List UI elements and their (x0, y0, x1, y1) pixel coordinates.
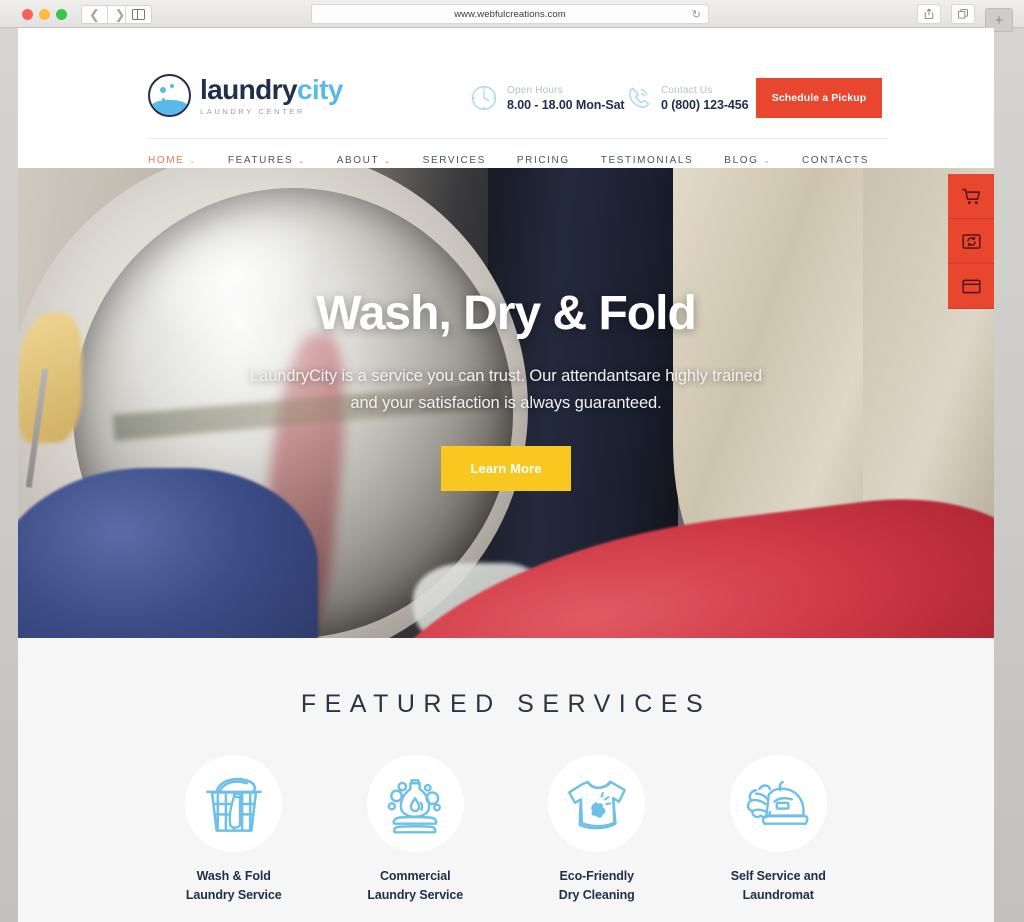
contact-label: Contact Us (661, 84, 713, 96)
service-icon-wrap (366, 755, 464, 852)
cart-button[interactable] (948, 174, 994, 219)
logo-word-primary: laundry (200, 73, 298, 105)
phone-icon (629, 87, 650, 108)
chevron-right-icon: ❯ (114, 7, 126, 22)
contact-value: 0 (800) 123-456 (661, 97, 749, 112)
nav-item-contacts[interactable]: CONTACTS (802, 155, 869, 166)
window-minimize-button[interactable] (39, 9, 50, 20)
chevron-down-icon: ⌄ (763, 157, 771, 165)
site-header: laundrycity LAUNDRY CENTER Open Hours 8.… (18, 28, 994, 168)
service-name: Eco-Friendly Dry Cleaning (558, 869, 635, 902)
service-name: Commercial Laundry Service (367, 869, 464, 902)
open-hours-label: Open Hours (507, 84, 563, 96)
stained-shirt-icon (567, 780, 626, 829)
service-card-dry-cleaning[interactable]: Eco-Friendly Dry Cleaning (506, 755, 688, 905)
share-button[interactable] (917, 4, 941, 24)
window-maximize-button[interactable] (56, 9, 67, 20)
window-panel-icon (961, 279, 981, 293)
clock-icon (471, 85, 497, 111)
laundry-logo-icon (148, 74, 191, 117)
window-close-button[interactable] (22, 9, 33, 20)
nav-item-home[interactable]: HOME ⌄ (148, 155, 197, 166)
nav-item-testimonials[interactable]: TESTIMONIALS (601, 155, 694, 166)
services-grid: Wash & Fold Laundry Service Commercial L… (18, 755, 994, 905)
header-contact: Contact Us 0 (800) 123-456 (624, 84, 749, 112)
site-logo[interactable]: laundrycity LAUNDRY CENTER (148, 74, 343, 117)
sync-button[interactable] (948, 219, 994, 264)
nav-item-services[interactable]: SERVICES (423, 155, 486, 166)
service-card-self-service[interactable]: Self Service and Laundromat (688, 755, 870, 905)
service-icon-wrap (185, 755, 283, 852)
browser-toolbar: ❮ ❯ www.webfulcreations.com ↻ + (0, 0, 1024, 32)
hero-content: Wash, Dry & Fold LaundryCity is a servic… (18, 168, 994, 638)
steam-iron-icon (747, 780, 809, 825)
detergent-bottle-icon (387, 778, 442, 834)
chevron-down-icon: ⌄ (298, 157, 306, 165)
show-tabs-icon (958, 9, 968, 19)
learn-more-button[interactable]: Learn More (441, 446, 571, 492)
service-name: Wash & Fold Laundry Service (185, 869, 282, 902)
nav-label: PRICING (516, 155, 570, 166)
nav-item-pricing[interactable]: PRICING (517, 155, 570, 166)
laundry-basket-icon (205, 777, 262, 832)
browser-window: ❮ ❯ www.webfulcreations.com ↻ + laundryc… (0, 0, 1024, 922)
url-text: www.webfulcreations.com (454, 8, 566, 20)
refresh-window-icon (961, 233, 981, 249)
nav-label: BLOG (724, 155, 759, 166)
sidebar-toggle-icon (132, 8, 145, 21)
page-viewport: laundrycity LAUNDRY CENTER Open Hours 8.… (18, 28, 994, 922)
shopping-cart-icon (961, 188, 980, 204)
service-icon-wrap (729, 755, 827, 852)
hero-subtitle: LaundryCity is a service you can trust. … (250, 367, 762, 412)
service-icon-wrap (548, 755, 646, 852)
nav-label: HOME (148, 155, 185, 166)
nav-label: FEATURES (227, 155, 294, 166)
plus-icon: + (994, 11, 1004, 29)
nav-item-features[interactable]: FEATURES ⌄ (228, 155, 306, 166)
service-card-wash-and-fold[interactable]: Wash & Fold Laundry Service (143, 755, 325, 905)
hero-title: Wash, Dry & Fold (316, 287, 697, 340)
panel-button[interactable] (948, 264, 994, 309)
header-open-hours: Open Hours 8.00 - 18.00 Mon-Sat (470, 84, 625, 112)
address-bar[interactable]: www.webfulcreations.com ↻ (311, 4, 709, 24)
nav-label: CONTACTS (801, 155, 870, 166)
chevron-left-icon: ❮ (89, 7, 100, 22)
chevron-down-icon: ⌄ (384, 157, 392, 165)
nav-item-about[interactable]: ABOUT ⌄ (337, 155, 392, 166)
nav-label: TESTIMONIALS (600, 155, 694, 166)
sidebar-toggle-button[interactable] (125, 5, 152, 24)
show-tabs-button[interactable] (951, 4, 975, 24)
nav-item-blog[interactable]: BLOG ⌄ (724, 155, 771, 166)
open-hours-value: 8.00 - 18.00 Mon-Sat (507, 97, 625, 112)
logo-tagline: LAUNDRY CENTER (200, 106, 305, 116)
back-button[interactable]: ❮ (81, 5, 107, 24)
share-icon (924, 8, 934, 19)
nav-list: HOME ⌄ FEATURES ⌄ ABOUT ⌄ SERVICES PRICI… (148, 139, 888, 166)
main-navigation: HOME ⌄ FEATURES ⌄ ABOUT ⌄ SERVICES PRICI… (148, 138, 888, 166)
schedule-pickup-button[interactable]: Schedule a Pickup (756, 78, 882, 118)
logo-word-secondary: city (296, 73, 343, 105)
reload-icon[interactable]: ↻ (692, 9, 701, 21)
hero-section: Wash, Dry & Fold LaundryCity is a servic… (18, 168, 994, 638)
nav-label: ABOUT (336, 155, 380, 166)
service-name: Self Service and Laundromat (730, 869, 826, 902)
featured-services-section: FEATURED SERVICES Wash & Fold Laundry Se… (18, 638, 994, 922)
nav-label: SERVICES (422, 155, 486, 166)
section-title: FEATURED SERVICES (300, 690, 712, 718)
service-card-commercial[interactable]: Commercial Laundry Service (325, 755, 507, 905)
floating-side-buttons (948, 174, 994, 309)
chevron-down-icon: ⌄ (189, 157, 197, 165)
